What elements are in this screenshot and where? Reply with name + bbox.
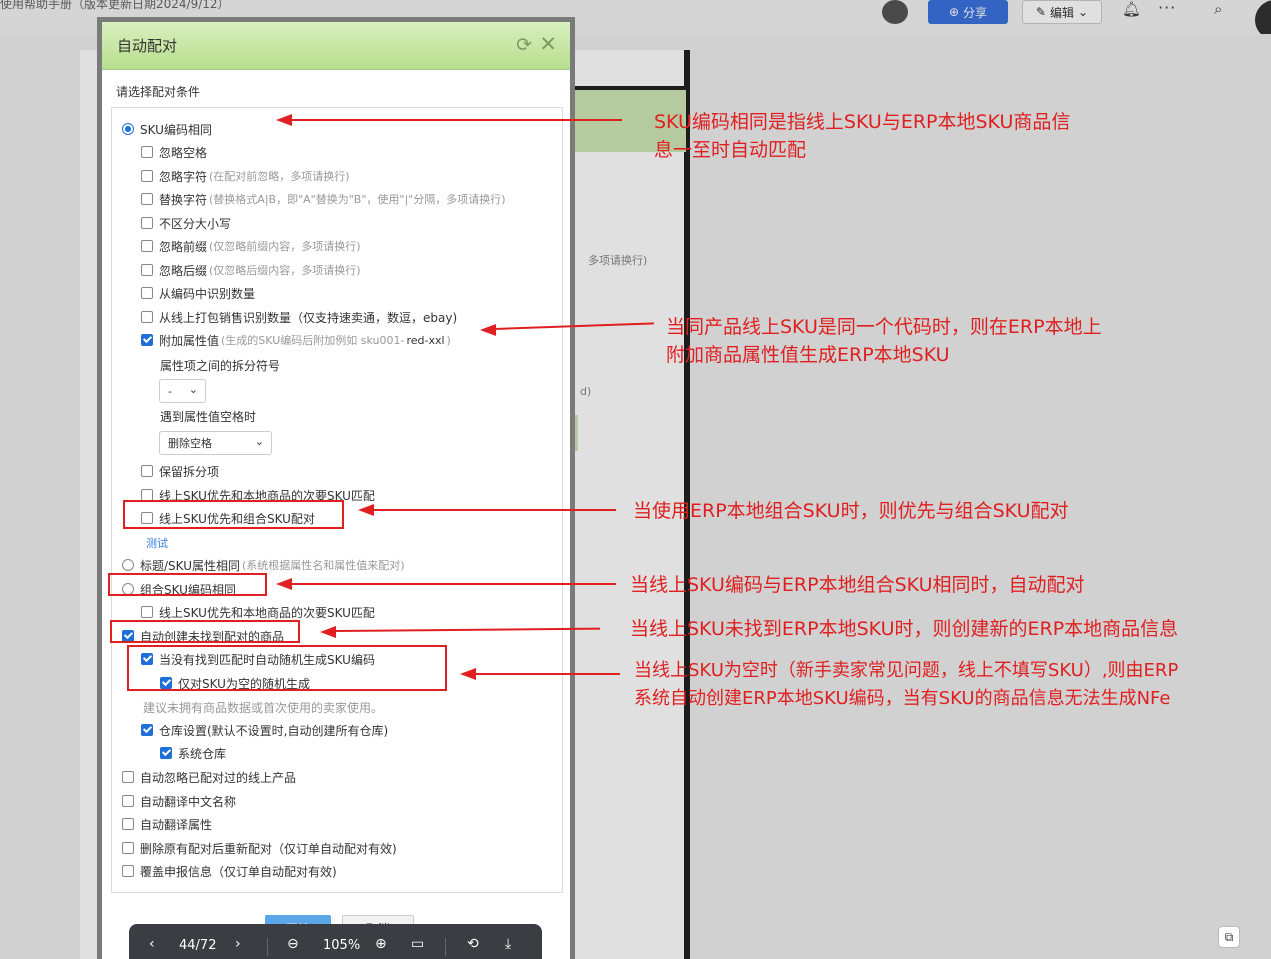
option-ignore-prefix[interactable]: 忽略前缀 (仅忽略前缀内容，多项请换行) (141, 237, 361, 255)
checkbox[interactable] (160, 747, 172, 759)
annotation-3: 当使用ERP本地组合SKU时，则优先与组合SKU配对 (633, 500, 1069, 522)
checkbox[interactable] (122, 771, 134, 783)
option-detect-qty[interactable]: 从编码中识别数量 (141, 284, 255, 302)
highlight-combo-priority (123, 500, 344, 529)
checkbox[interactable] (141, 193, 153, 205)
chevron-down-icon: ⌄ (254, 435, 264, 448)
checkbox[interactable] (141, 170, 153, 182)
annotation-2: 当同产品线上SKU是同一个代码时，则在ERP本地上 附加商品属性值生成ERP本地S… (666, 316, 1102, 366)
divider (445, 938, 446, 956)
highlight-combo-sku-same (108, 573, 267, 596)
page-indicator: 44/72 (179, 938, 217, 953)
arrow-line (372, 509, 616, 511)
test-link[interactable]: 测试 (146, 535, 168, 551)
checkbox[interactable] (141, 146, 153, 158)
dialog-header: 自动配对 ⟳ ✕ (102, 22, 570, 70)
refresh-icon[interactable]: ⟳ (516, 34, 532, 56)
option-replace-chars[interactable]: 替换字符 (替换格式A|B，即"A"替换为"B"，使用"|"分隔，多项请换行) (141, 190, 506, 208)
checkbox[interactable] (141, 724, 153, 736)
radio-title-attr-same[interactable]: 标题/SKU属性相同 (系统根据属性名和属性值来配对) (122, 556, 405, 574)
option-ignore-space[interactable]: 忽略空格 (141, 143, 207, 161)
option-ignore-chars[interactable]: 忽略字符 (在配对前忽略，多项请换行) (141, 167, 350, 185)
option-append-attr[interactable]: 附加属性值 (生成的SKU编码后附加例如 sku001- red-xxl) (141, 331, 451, 349)
attr-separator-select[interactable]: - ⌄ (159, 379, 206, 403)
auto-match-dialog: 自动配对 ⟳ ✕ 请选择配对条件 SKU编码相同 忽略空格 忽略字符 (在配对前忽… (97, 17, 575, 959)
fit-page-icon[interactable]: ▭ (411, 936, 424, 952)
divider (267, 938, 268, 956)
option-delete-rematch[interactable]: 删除原有配对后重新配对（仅订单自动配对有效) (122, 839, 397, 857)
option-ignore-suffix[interactable]: 忽略后缀 (仅忽略后缀内容，多项请换行) (141, 261, 361, 279)
arrow-head (460, 668, 476, 680)
option-ignore-matched[interactable]: 自动忽略已配对过的线上产品 (122, 768, 296, 786)
checkbox[interactable] (122, 842, 134, 854)
annotation-6: 当线上SKU为空时（新手卖家常见问题，线上不填写SKU）,则由ERP 系统自动创建… (634, 660, 1179, 709)
arrow-head (276, 578, 292, 590)
download-icon[interactable]: ⤓ (505, 936, 511, 952)
zoom-out-icon[interactable]: ⊖ (287, 936, 299, 952)
option-warehouse-setting[interactable]: 仓库设置(默认不设置时,自动创建所有仓库) (141, 721, 388, 739)
checkbox[interactable] (141, 606, 153, 618)
rotate-icon[interactable]: ⟲ (467, 936, 479, 952)
radio-sku-same[interactable]: SKU编码相同 (122, 120, 212, 138)
annotation-1: SKU编码相同是指线上SKU与ERP本地SKU商品信 息一至时自动匹配 (654, 111, 1071, 161)
option-combo-secondary[interactable]: 线上SKU优先和本地商品的次要SKU匹配 (141, 603, 375, 621)
arrow-head (358, 504, 374, 516)
chevron-down-icon: ⌄ (188, 383, 198, 396)
arrow-line (290, 119, 622, 121)
option-keep-split[interactable]: 保留拆分项 (141, 462, 219, 480)
annotation-4: 当线上SKU编码与ERP本地组合SKU相同时，自动配对 (630, 574, 1085, 596)
attr-space-label: 遇到属性值空格时 (160, 410, 257, 424)
chevron-right-icon[interactable]: › (235, 936, 241, 952)
section-label: 请选择配对条件 (116, 85, 201, 99)
arrow-head (320, 626, 336, 638)
checkbox[interactable] (141, 240, 153, 252)
checkbox[interactable] (141, 217, 153, 229)
option-auto-translate-name[interactable]: 自动翻译中文名称 (122, 792, 236, 810)
copy-icon[interactable]: ⧉ (1218, 926, 1240, 948)
option-override-declare[interactable]: 覆盖申报信息（仅订单自动配对有效) (122, 862, 337, 880)
checkbox[interactable] (141, 465, 153, 477)
option-bundle-qty[interactable]: 从线上打包销售识别数量（仅支持速卖通，数逗，ebay) (141, 308, 457, 326)
option-auto-translate-attr[interactable]: 自动翻译属性 (122, 815, 212, 833)
attr-space-select[interactable]: 删除空格 ⌄ (159, 431, 272, 455)
suggest-note: 建议未拥有商品数据或首次使用的卖家使用。 (143, 701, 384, 715)
checkbox[interactable] (141, 287, 153, 299)
dialog-title: 自动配对 (117, 37, 178, 55)
chevron-left-icon[interactable]: ‹ (149, 936, 155, 952)
highlight-auto-create (110, 620, 300, 643)
radio-icon[interactable] (122, 559, 134, 571)
zoom-in-icon[interactable]: ⊕ (375, 936, 387, 952)
option-system-warehouse[interactable]: 系统仓库 (160, 744, 226, 762)
checkbox[interactable] (122, 865, 134, 877)
checkbox[interactable] (141, 334, 153, 346)
checkbox[interactable] (141, 264, 153, 276)
arrow-line (474, 673, 620, 675)
radio-icon[interactable] (122, 123, 134, 135)
checkbox[interactable] (122, 818, 134, 830)
pdf-toolbar: ‹ 44/72 › ⊖ 105% ⊕ ▭ ⟲ ⤓ (129, 924, 542, 959)
checkbox[interactable] (141, 311, 153, 323)
highlight-random-sku (127, 645, 447, 691)
arrow-head (276, 114, 292, 126)
arrow-head (480, 324, 496, 336)
close-icon[interactable]: ✕ (539, 32, 557, 56)
attr-separator-label: 属性项之间的拆分符号 (160, 359, 281, 373)
checkbox[interactable] (122, 795, 134, 807)
option-case-insensitive[interactable]: 不区分大小写 (141, 214, 231, 232)
annotation-5: 当线上SKU未找到ERP本地SKU时，则创建新的ERP本地商品信息 (630, 618, 1179, 640)
zoom-level: 105% (323, 938, 361, 953)
arrow-line (290, 583, 616, 585)
